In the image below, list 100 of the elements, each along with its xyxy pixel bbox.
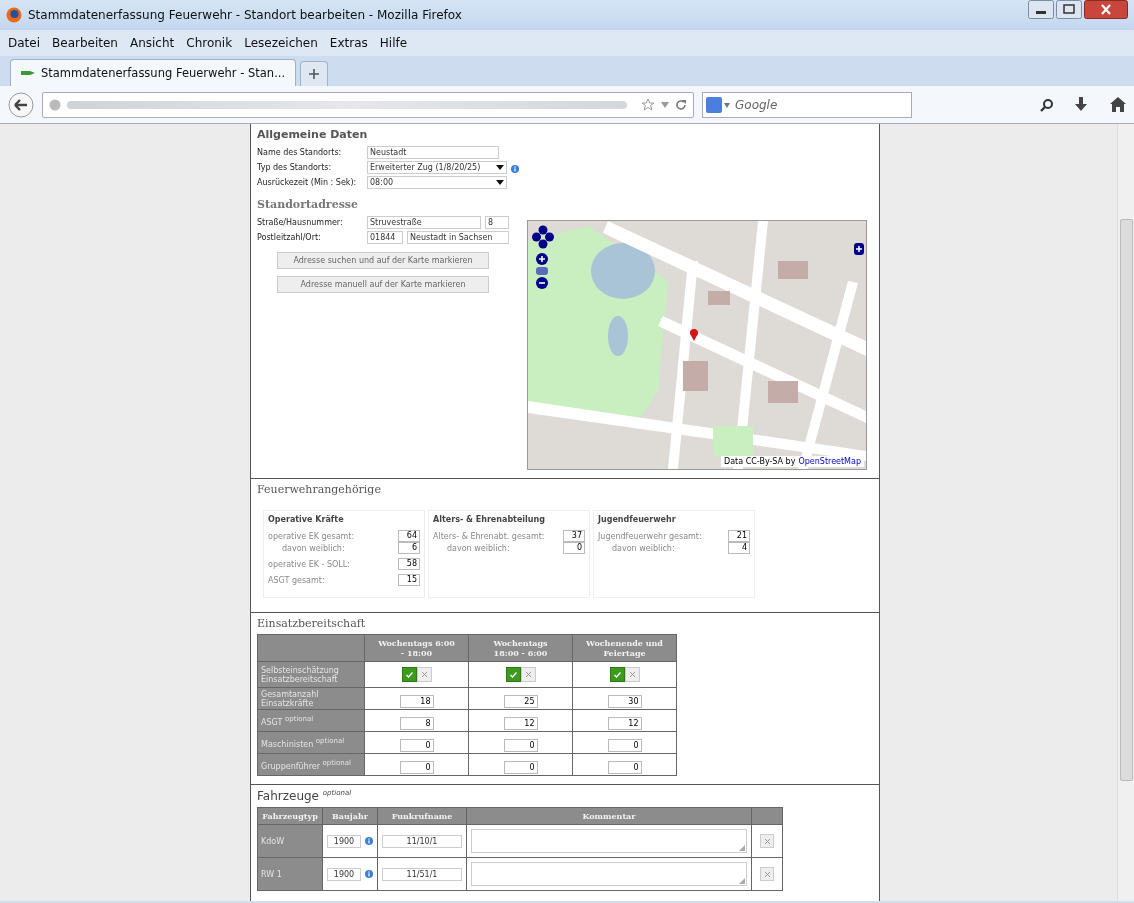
number-field[interactable]: 6 <box>398 542 420 554</box>
field-label: Name des Standorts: <box>257 148 343 157</box>
address-button[interactable]: Adresse manuell auf der Karte markieren <box>277 276 489 293</box>
number-field[interactable]: 25 <box>503 695 538 708</box>
cross-icon <box>525 672 531 677</box>
number-field[interactable]: 0 <box>607 761 642 774</box>
menu-item[interactable]: Lesezeichen <box>244 36 318 50</box>
menu-item[interactable]: Bearbeiten <box>52 36 118 50</box>
number-field[interactable]: 30 <box>607 695 642 708</box>
attribution-link[interactable]: OpenStreetMap <box>798 457 861 466</box>
number-field[interactable]: 0 <box>399 739 434 752</box>
year-field[interactable]: 1900 <box>327 867 361 881</box>
number-field[interactable]: 0 <box>563 542 585 554</box>
menu-item[interactable]: Chronik <box>186 36 233 50</box>
window-title: Stammdatenerfassung Feuerwehr - Standort bearbeiten - Mozilla Firefox <box>28 8 463 22</box>
column-header: Kommentar <box>466 807 752 825</box>
number-field[interactable]: 12 <box>607 717 642 730</box>
dropdown-icon[interactable] <box>724 102 730 108</box>
number-field[interactable]: 0 <box>503 739 538 752</box>
row-label: Selbsteinschätzung Einsatzbereitschaft <box>257 661 365 688</box>
column-header: Wochentags 18:00 - 6:00 <box>492 638 549 658</box>
column-header: Wochentags 6:00 - 18:00 <box>377 638 456 658</box>
check-icon <box>613 671 621 678</box>
star-icon[interactable] <box>641 97 655 112</box>
browser-tab[interactable]: Stammdatenerfassung Feuerwehr - Stan... <box>10 59 297 86</box>
field-label: Alters- & Ehrenabt. gesamt: <box>433 531 545 541</box>
select-field[interactable]: Erweiterter Zug (1/8/20/25) <box>367 161 507 174</box>
field-label: ASGT gesamt: <box>268 575 325 585</box>
comment-field[interactable] <box>471 829 747 853</box>
number-field[interactable]: 58 <box>398 558 420 570</box>
yes-button[interactable] <box>609 667 625 682</box>
number-field[interactable]: 0 <box>607 739 642 752</box>
scrollbar-thumb[interactable] <box>1119 219 1133 781</box>
zoom-out-icon[interactable] <box>536 277 548 289</box>
field-label: operative EK - SOLL: <box>268 559 350 569</box>
minimize-icon[interactable] <box>1028 0 1054 19</box>
number-field[interactable]: 0 <box>399 761 434 774</box>
row-label: Gesamtanzahl Einsatzkräfte <box>257 687 365 710</box>
info-icon <box>511 165 519 173</box>
number-field[interactable]: 15 <box>398 574 420 586</box>
field-label: Postleitzahl/Ort: <box>257 233 322 242</box>
number-field[interactable]: 64 <box>398 530 420 542</box>
row-label: Maschinisten $^{optional}$ <box>257 731 365 754</box>
search-icon[interactable] <box>1040 97 1054 112</box>
resize-grip-icon <box>739 878 745 884</box>
address-button[interactable]: Adresse suchen und auf der Karte markieren <box>277 252 489 269</box>
globe-icon <box>49 98 61 111</box>
text-field[interactable]: Neustadt in Sachsen <box>407 231 509 244</box>
menu-item[interactable]: Datei <box>8 36 40 50</box>
close-icon[interactable] <box>1084 0 1128 19</box>
group-title: Operative Kräfte <box>268 515 345 524</box>
reload-icon[interactable] <box>675 98 687 111</box>
row-label: KdoW <box>257 824 323 858</box>
comment-field[interactable] <box>471 862 747 886</box>
yes-button[interactable] <box>401 667 417 682</box>
menu-item[interactable]: Hilfe <box>379 36 408 50</box>
pan-control-icon[interactable] <box>532 225 554 249</box>
number-field[interactable]: 21 <box>728 530 750 542</box>
number-field[interactable]: 0 <box>503 761 538 774</box>
field-label: Straße/Hausnummer: <box>257 218 344 227</box>
dropdown-icon[interactable] <box>661 101 669 108</box>
section-heading: Allgemeine Daten <box>257 128 369 141</box>
callsign-field[interactable]: 11/10/1 <box>382 834 462 848</box>
scrollbar[interactable] <box>1117 124 1134 901</box>
text-field[interactable]: 8 <box>485 216 509 229</box>
menu-item[interactable]: Ansicht <box>129 36 175 50</box>
text-field[interactable]: 01844 <box>367 231 403 244</box>
yes-button[interactable] <box>505 667 521 682</box>
layer-switcher-icon[interactable] <box>854 243 864 255</box>
plus-icon <box>309 69 320 79</box>
field-label: Jugendfeuerwehr gesamt: <box>598 531 702 541</box>
year-field[interactable]: 1900 <box>327 834 361 848</box>
callsign-field[interactable]: 11/51/1 <box>382 867 462 881</box>
number-field[interactable]: 4 <box>728 542 750 554</box>
number-field[interactable]: 18 <box>399 695 434 708</box>
column-header: Wochenende und Feiertage <box>585 638 664 658</box>
delete-button[interactable] <box>760 834 774 848</box>
menu-item[interactable]: Extras <box>329 36 368 50</box>
delete-button[interactable] <box>760 867 774 881</box>
column-header: Fahrzeugtyp <box>257 807 323 825</box>
number-field[interactable]: 37 <box>563 530 585 542</box>
field-label: davon weiblich: <box>446 543 510 553</box>
search-field[interactable]: Google <box>702 91 912 118</box>
download-icon[interactable] <box>1074 96 1088 113</box>
dropdown-icon <box>496 165 504 170</box>
zoom-in-icon[interactable] <box>536 253 548 265</box>
zoom-slider-icon[interactable] <box>536 267 548 275</box>
row-label: Gruppenführer $^{optional}$ <box>257 753 365 776</box>
attribution-text: Data CC-By-SA by <box>724 457 796 466</box>
back-button[interactable] <box>8 91 34 118</box>
section-heading: Feuerwehrangehörige <box>257 483 382 496</box>
maximize-icon[interactable] <box>1056 0 1082 19</box>
new-tab-button[interactable] <box>300 61 329 86</box>
number-field[interactable]: 8 <box>399 717 434 730</box>
select-field[interactable]: 08:00 <box>367 176 507 189</box>
home-icon[interactable] <box>1110 97 1126 112</box>
text-field[interactable]: Neustadt <box>367 146 499 159</box>
text-field[interactable]: Struvestraße <box>367 216 481 229</box>
number-field[interactable]: 12 <box>503 717 538 730</box>
group-title: Jugendfeuerwehr <box>598 515 677 524</box>
